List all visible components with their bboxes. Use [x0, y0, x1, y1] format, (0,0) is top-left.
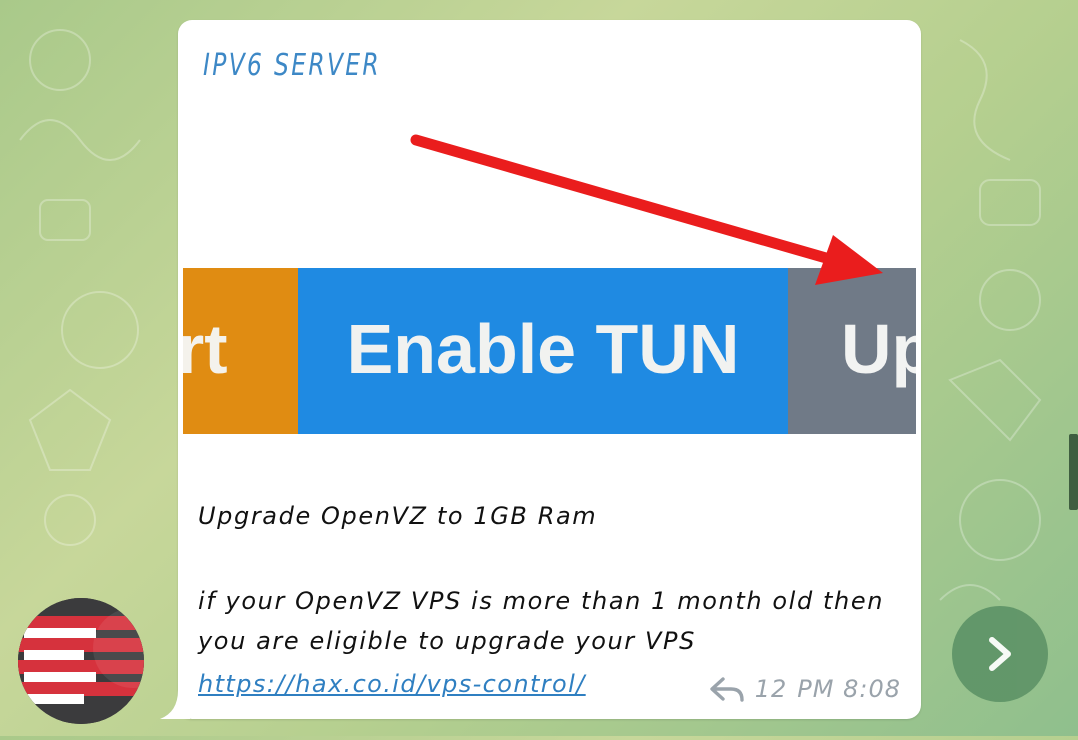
reply-count: 12: [754, 675, 788, 703]
message-text-line: Upgrade OpenVZ to 1GB Ram: [198, 502, 598, 530]
link-preview-image[interactable]: rt Enable TUN Up: [183, 95, 916, 457]
message-text-line: you are eligible to upgrade your VPS: [198, 627, 696, 655]
preview-right-fragment: Up: [841, 310, 916, 388]
preview-center-label: Enable TUN: [347, 310, 740, 388]
reply-arrow-icon[interactable]: [709, 675, 745, 703]
message-link[interactable]: https://hax.co.id/vps-control/: [198, 670, 586, 698]
preview-left-fragment: rt: [183, 310, 228, 388]
message-meta: 12 PM 8:08: [709, 675, 901, 703]
message-time: PM 8:08: [797, 675, 901, 703]
chevron-right-icon: [989, 637, 1011, 671]
channel-avatar[interactable]: [18, 598, 144, 724]
message-bubble: IPV6 SERVER rt Enable TUN Up Upgrade Ope…: [178, 20, 921, 719]
channel-name[interactable]: IPV6 SERVER: [203, 48, 381, 83]
scrollbar-handle[interactable]: [1069, 434, 1078, 510]
next-button[interactable]: [952, 606, 1048, 702]
message-text-line: if your OpenVZ VPS is more than 1 month …: [198, 587, 885, 615]
